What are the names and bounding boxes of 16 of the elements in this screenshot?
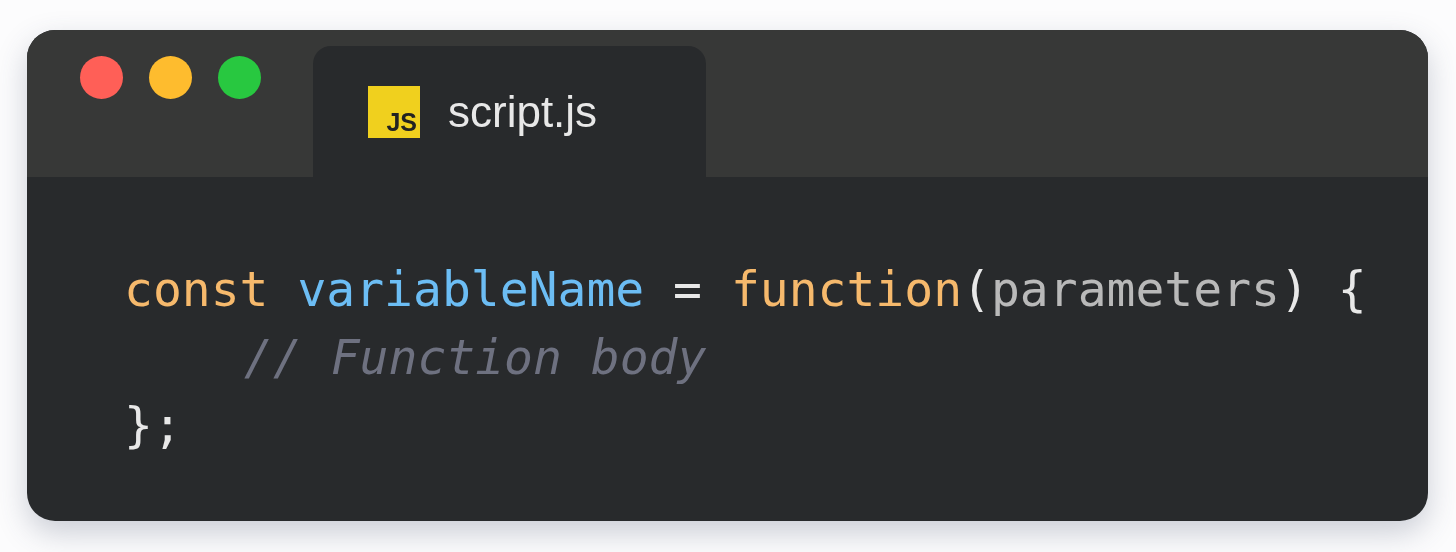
tab-label: script.js: [448, 86, 598, 137]
minimize-button[interactable]: [149, 56, 192, 99]
code-punctuation: (: [962, 261, 991, 317]
code-parameter: parameters: [990, 261, 1280, 317]
code-punctuation: ): [1279, 261, 1310, 317]
code-keyword: function: [730, 261, 963, 317]
code-comment: // Function body: [244, 329, 707, 385]
file-tab[interactable]: JS script.js: [313, 46, 706, 177]
js-icon: JS: [368, 85, 420, 138]
code-punctuation: {: [1337, 261, 1367, 317]
code-keyword: const: [124, 261, 270, 317]
code-punctuation: };: [124, 397, 182, 453]
zoom-button[interactable]: [218, 56, 261, 99]
code-operator: =: [673, 261, 703, 317]
close-button[interactable]: [80, 56, 123, 99]
code-variable: variableName: [297, 261, 646, 317]
